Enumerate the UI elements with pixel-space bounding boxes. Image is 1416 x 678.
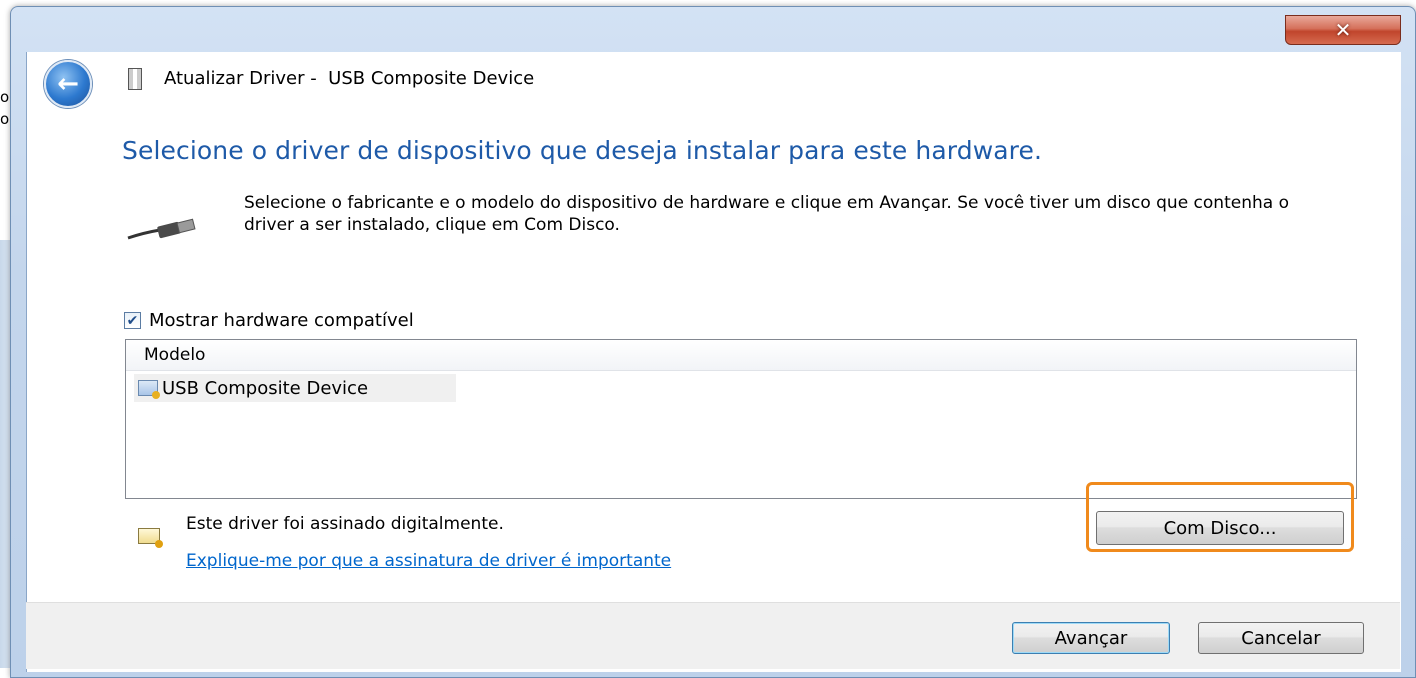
close-icon: ✕ <box>1334 18 1352 42</box>
close-button[interactable]: ✕ <box>1285 15 1401 45</box>
certificate-icon <box>138 380 160 399</box>
have-disk-button[interactable]: Com Disco... <box>1096 511 1344 545</box>
column-header-model[interactable]: Modelo <box>126 340 1356 371</box>
driver-signing-help-link[interactable]: Explique-me por que a assinatura de driv… <box>186 551 671 571</box>
dialog-footer <box>26 602 1400 669</box>
page-heading: Selecione o driver de dispositivo que de… <box>122 136 1043 165</box>
next-button[interactable]: Avançar <box>1012 622 1170 654</box>
window-title: Atualizar Driver - USB Composite Device <box>164 68 535 89</box>
model-listbox[interactable]: Modelo USB Composite Device <box>125 339 1357 499</box>
check-icon: ✔ <box>126 312 139 329</box>
cancel-button[interactable]: Cancelar <box>1198 622 1364 654</box>
back-button[interactable]: ← <box>44 60 92 108</box>
certificate-icon <box>138 528 163 548</box>
back-arrow-icon: ← <box>57 69 79 99</box>
list-item[interactable]: USB Composite Device <box>134 374 456 402</box>
show-compatible-checkbox[interactable]: ✔ <box>124 312 141 329</box>
signed-status-text: Este driver foi assinado digitalmente. <box>186 514 504 534</box>
show-compatible-label[interactable]: Mostrar hardware compatível <box>149 310 414 331</box>
list-item-label: USB Composite Device <box>162 377 369 399</box>
usb-cable-icon <box>127 218 196 240</box>
device-icon <box>128 68 142 90</box>
show-compatible-row[interactable]: ✔ Mostrar hardware compatível <box>124 310 414 331</box>
instructions-text: Selecione o fabricante e o modelo do dis… <box>244 193 1289 235</box>
